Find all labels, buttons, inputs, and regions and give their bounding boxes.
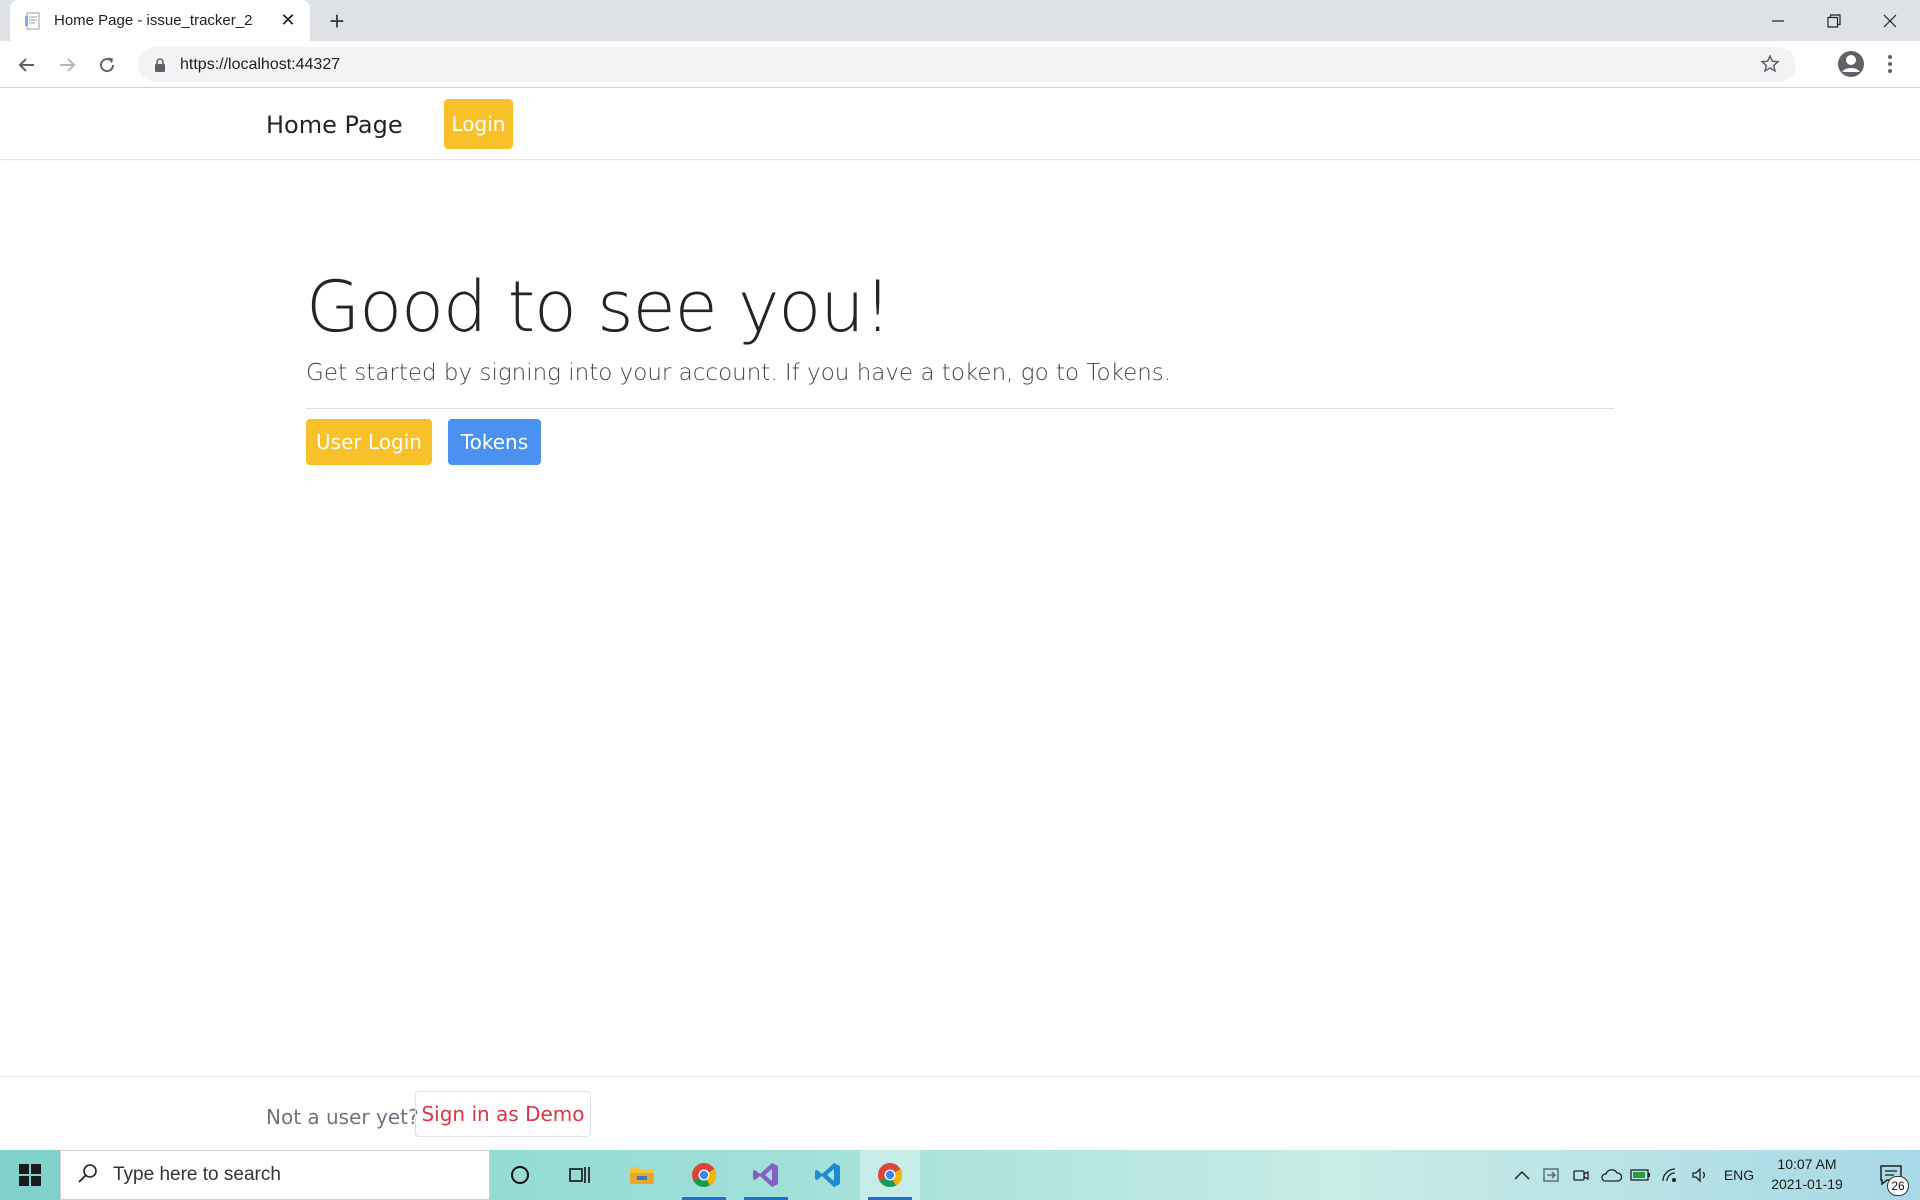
vscode-icon[interactable] [798, 1150, 858, 1200]
close-window-icon[interactable] [1862, 0, 1918, 41]
tab-title: Home Page - issue_tracker_2 [54, 12, 253, 29]
chrome-icon[interactable] [674, 1150, 734, 1200]
onedrive-icon[interactable] [1598, 1150, 1624, 1200]
navbar-login-button[interactable]: Login [444, 99, 513, 149]
browser-menu-icon[interactable] [1880, 49, 1900, 79]
volume-icon[interactable] [1688, 1150, 1714, 1200]
sync-icon[interactable] [1538, 1150, 1564, 1200]
clock-time: 10:07 AM [1777, 1156, 1837, 1172]
chrome-active-icon[interactable] [860, 1150, 920, 1200]
browser-toolbar: https://localhost:44327 [0, 41, 1920, 88]
back-arrow-icon[interactable] [11, 49, 43, 81]
browser-tab-active[interactable]: Home Page - issue_tracker_2 ✕ [10, 0, 310, 41]
search-icon [77, 1162, 99, 1189]
url-text: https://localhost:44327 [180, 55, 341, 73]
file-explorer-icon[interactable] [612, 1150, 672, 1200]
new-tab-icon[interactable]: + [322, 6, 352, 36]
restore-icon[interactable] [1806, 0, 1862, 41]
search-placeholder: Type here to search [113, 1164, 281, 1185]
system-clock[interactable]: 10:07 AM 2021-01-19 [1762, 1154, 1852, 1194]
user-login-button[interactable]: User Login [306, 419, 432, 465]
cortana-icon[interactable] [490, 1150, 550, 1200]
wifi-icon[interactable] [1658, 1150, 1684, 1200]
lock-icon[interactable] [150, 55, 170, 75]
site-footer: Not a user yet? Sign in as Demo [0, 1076, 1920, 1150]
task-view-icon[interactable] [550, 1150, 610, 1200]
navbar-brand[interactable]: Home Page [266, 111, 403, 139]
forward-arrow-icon[interactable] [51, 49, 83, 81]
windows-taskbar: Type here to search ENG 10:07 AM 2021-01… [0, 1150, 1920, 1200]
close-tab-icon[interactable]: ✕ [278, 10, 298, 31]
document-icon [24, 12, 42, 30]
browser-tab-bar: Home Page - issue_tracker_2 ✕ + [0, 0, 1920, 41]
minimize-icon[interactable] [1750, 0, 1806, 41]
bookmark-star-icon[interactable] [1760, 54, 1782, 76]
windows-start-icon[interactable] [0, 1150, 60, 1200]
welcome-jumbotron: Good to see you! Get started by signing … [306, 262, 1614, 465]
lead-text: Get started by signing into your account… [306, 360, 1172, 386]
visual-studio-icon[interactable] [736, 1150, 796, 1200]
profile-avatar-icon[interactable] [1836, 49, 1866, 79]
page-heading: Good to see you! [306, 266, 892, 348]
chevron-up-icon[interactable] [1508, 1150, 1536, 1200]
sign-in-demo-button[interactable]: Sign in as Demo [415, 1091, 591, 1137]
address-bar[interactable]: https://localhost:44327 [138, 47, 1796, 82]
battery-icon[interactable] [1628, 1150, 1654, 1200]
tokens-button[interactable]: Tokens [448, 419, 541, 465]
site-navbar: Home Page Login [0, 88, 1920, 160]
divider [306, 408, 1614, 409]
clock-date: 2021-01-19 [1771, 1176, 1843, 1192]
action-buttons: User Login Tokens [306, 419, 1614, 465]
reload-icon[interactable] [91, 49, 123, 81]
notification-count-badge: 26 [1887, 1176, 1909, 1196]
meet-now-icon[interactable] [1568, 1150, 1594, 1200]
language-indicator[interactable]: ENG [1720, 1150, 1758, 1200]
footer-prompt: Not a user yet? [266, 1105, 419, 1129]
taskbar-search-input[interactable]: Type here to search [60, 1150, 490, 1200]
language-text: ENG [1723, 1167, 1755, 1183]
